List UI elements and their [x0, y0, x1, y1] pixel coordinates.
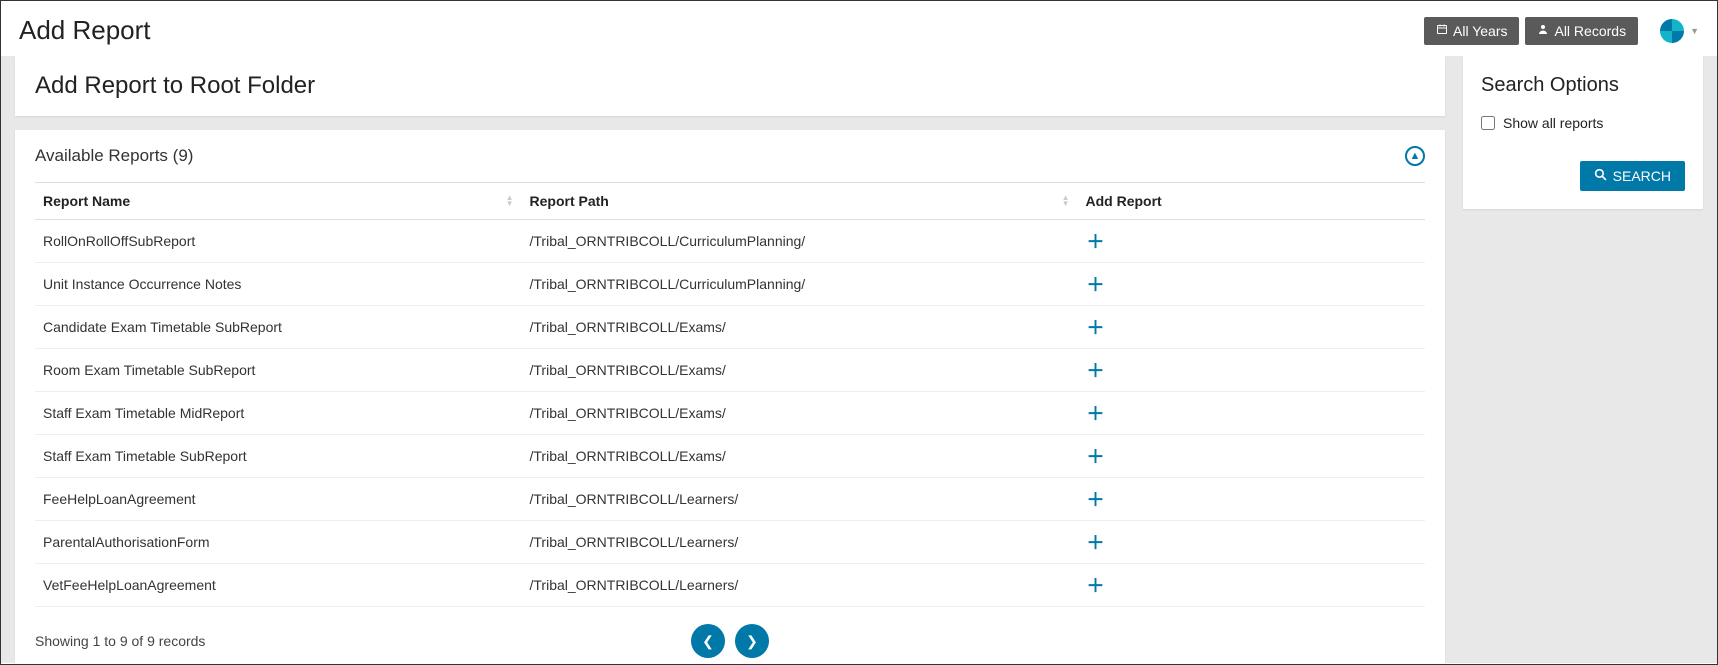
- chevron-left-icon: ❮: [702, 633, 714, 650]
- cell-report-name: ParentalAuthorisationForm: [35, 521, 522, 564]
- table-row: VetFeeHelpLoanAgreement/Tribal_ORNTRIBCO…: [35, 564, 1425, 607]
- plus-icon: ＋: [1087, 490, 1105, 510]
- sort-icon: ▲▼: [506, 195, 514, 207]
- show-all-reports-label: Show all reports: [1503, 115, 1603, 131]
- prev-page-button[interactable]: ❮: [691, 624, 725, 658]
- reports-card: Available Reports (9) ▲ Report Name ▲▼: [15, 130, 1445, 665]
- add-report-button[interactable]: ＋: [1086, 271, 1106, 297]
- show-all-reports-row[interactable]: Show all reports: [1481, 115, 1685, 131]
- table-row: Room Exam Timetable SubReport/Tribal_ORN…: [35, 349, 1425, 392]
- table-row: Staff Exam Timetable SubReport/Tribal_OR…: [35, 435, 1425, 478]
- add-report-button[interactable]: ＋: [1086, 357, 1106, 383]
- cell-report-path: /Tribal_ORNTRIBCOLL/Learners/: [522, 564, 1078, 607]
- records-info: Showing 1 to 9 of 9 records: [35, 633, 205, 649]
- plus-icon: ＋: [1087, 232, 1105, 252]
- plus-icon: ＋: [1087, 404, 1105, 424]
- plus-icon: ＋: [1087, 447, 1105, 467]
- add-report-button[interactable]: ＋: [1086, 314, 1106, 340]
- column-name-label: Report Name: [43, 193, 130, 209]
- cell-report-name: Room Exam Timetable SubReport: [35, 349, 522, 392]
- collapse-button[interactable]: ▲: [1405, 146, 1425, 166]
- cell-report-path: /Tribal_ORNTRIBCOLL/Learners/: [522, 521, 1078, 564]
- cell-report-name: Staff Exam Timetable SubReport: [35, 435, 522, 478]
- chevron-down-icon: ▼: [1690, 26, 1699, 36]
- plus-icon: ＋: [1087, 318, 1105, 338]
- table-row: ParentalAuthorisationForm/Tribal_ORNTRIB…: [35, 521, 1425, 564]
- column-path-label: Report Path: [530, 193, 609, 209]
- card-title: Add Report to Root Folder: [35, 72, 1425, 100]
- cell-report-path: /Tribal_ORNTRIBCOLL/Exams/: [522, 392, 1078, 435]
- section-title: Available Reports (9): [35, 146, 193, 166]
- cell-report-name: Unit Instance Occurrence Notes: [35, 263, 522, 306]
- user-menu[interactable]: ▼: [1658, 17, 1699, 45]
- cell-report-path: /Tribal_ORNTRIBCOLL/CurriculumPlanning/: [522, 220, 1078, 263]
- cell-add-report: ＋: [1078, 220, 1426, 263]
- add-report-button[interactable]: ＋: [1086, 400, 1106, 426]
- cell-report-path: /Tribal_ORNTRIBCOLL/Exams/: [522, 435, 1078, 478]
- search-options-title: Search Options: [1481, 74, 1685, 97]
- all-records-label: All Records: [1554, 23, 1626, 39]
- add-report-button[interactable]: ＋: [1086, 228, 1106, 254]
- cell-add-report: ＋: [1078, 478, 1426, 521]
- cell-report-name: RollOnRollOffSubReport: [35, 220, 522, 263]
- cell-add-report: ＋: [1078, 521, 1426, 564]
- table-row: Staff Exam Timetable MidReport/Tribal_OR…: [35, 392, 1425, 435]
- plus-icon: ＋: [1087, 361, 1105, 381]
- cell-report-path: /Tribal_ORNTRIBCOLL/Learners/: [522, 478, 1078, 521]
- add-report-button[interactable]: ＋: [1086, 443, 1106, 469]
- plus-icon: ＋: [1087, 275, 1105, 295]
- column-header-path[interactable]: Report Path ▲▼: [522, 183, 1078, 220]
- table-row: RollOnRollOffSubReport/Tribal_ORNTRIBCOL…: [35, 220, 1425, 263]
- show-all-reports-checkbox[interactable]: [1481, 116, 1495, 130]
- all-records-button[interactable]: All Records: [1525, 17, 1638, 45]
- cell-add-report: ＋: [1078, 263, 1426, 306]
- person-icon: [1537, 23, 1549, 38]
- top-actions: All Years All Records ▼: [1424, 17, 1699, 45]
- cell-report-name: Staff Exam Timetable MidReport: [35, 392, 522, 435]
- search-button-label: SEARCH: [1613, 168, 1671, 184]
- add-report-button[interactable]: ＋: [1086, 529, 1106, 555]
- cell-report-path: /Tribal_ORNTRIBCOLL/CurriculumPlanning/: [522, 263, 1078, 306]
- table-row: Unit Instance Occurrence Notes/Tribal_OR…: [35, 263, 1425, 306]
- cell-add-report: ＋: [1078, 435, 1426, 478]
- search-options-card: Search Options Show all reports SEARCH: [1463, 56, 1703, 209]
- cell-add-report: ＋: [1078, 392, 1426, 435]
- cell-report-path: /Tribal_ORNTRIBCOLL/Exams/: [522, 306, 1078, 349]
- avatar-icon: [1658, 17, 1686, 45]
- page-title: Add Report: [19, 15, 151, 46]
- cell-report-name: Candidate Exam Timetable SubReport: [35, 306, 522, 349]
- column-header-name[interactable]: Report Name ▲▼: [35, 183, 522, 220]
- plus-icon: ＋: [1087, 533, 1105, 553]
- cell-report-name: VetFeeHelpLoanAgreement: [35, 564, 522, 607]
- column-add-label: Add Report: [1086, 193, 1162, 209]
- top-bar: Add Report All Years All Records: [1, 1, 1717, 56]
- column-header-add: Add Report: [1078, 183, 1426, 220]
- all-years-label: All Years: [1453, 23, 1507, 39]
- cell-report-name: FeeHelpLoanAgreement: [35, 478, 522, 521]
- plus-icon: ＋: [1087, 576, 1105, 596]
- sort-icon: ▲▼: [1062, 195, 1070, 207]
- cell-add-report: ＋: [1078, 564, 1426, 607]
- all-years-button[interactable]: All Years: [1424, 17, 1519, 45]
- reports-table: Report Name ▲▼ Report Path ▲▼ Add Report: [35, 182, 1425, 607]
- add-report-button[interactable]: ＋: [1086, 572, 1106, 598]
- search-icon: [1594, 168, 1607, 184]
- cell-report-path: /Tribal_ORNTRIBCOLL/Exams/: [522, 349, 1078, 392]
- chevron-up-icon: ▲: [1410, 150, 1421, 162]
- pager: ❮ ❯: [691, 624, 769, 658]
- next-page-button[interactable]: ❯: [735, 624, 769, 658]
- search-button[interactable]: SEARCH: [1580, 161, 1685, 191]
- calendar-icon: [1436, 23, 1448, 38]
- cell-add-report: ＋: [1078, 306, 1426, 349]
- table-row: FeeHelpLoanAgreement/Tribal_ORNTRIBCOLL/…: [35, 478, 1425, 521]
- chevron-right-icon: ❯: [746, 633, 758, 650]
- title-card: Add Report to Root Folder: [15, 56, 1445, 116]
- cell-add-report: ＋: [1078, 349, 1426, 392]
- add-report-button[interactable]: ＋: [1086, 486, 1106, 512]
- table-row: Candidate Exam Timetable SubReport/Triba…: [35, 306, 1425, 349]
